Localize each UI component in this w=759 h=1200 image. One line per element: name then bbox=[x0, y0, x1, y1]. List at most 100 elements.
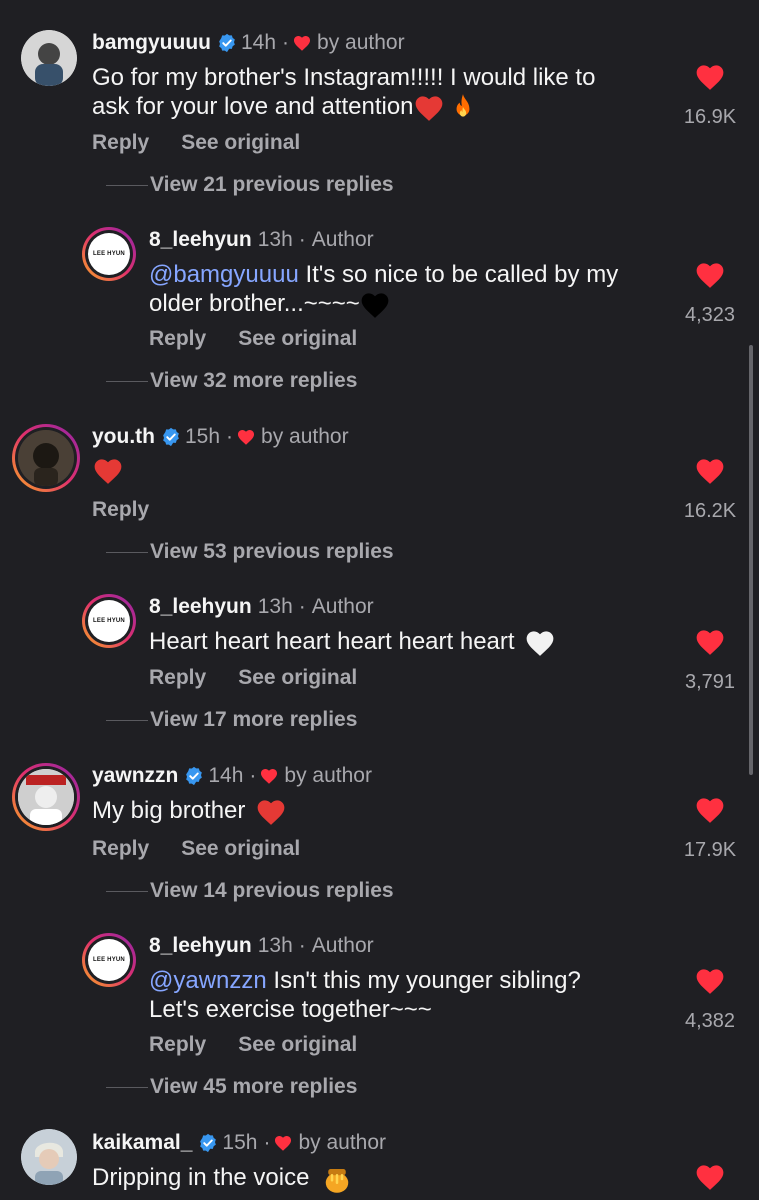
username[interactable]: 8_leehyun bbox=[149, 934, 252, 958]
like-heart-icon[interactable] bbox=[695, 457, 725, 485]
reply-text-line: It's so nice to be called by my bbox=[298, 261, 619, 288]
verified-badge-icon bbox=[198, 1133, 218, 1153]
comment-text-line: Dripping in the voice bbox=[92, 1164, 310, 1191]
comment-text-line: Go for my brother's Instagram!!!!! I wou… bbox=[92, 64, 596, 91]
view-more-replies[interactable]: View 17 more replies bbox=[150, 708, 357, 732]
like-count: 3,791 bbox=[684, 671, 736, 693]
comment-text-line: ask for your love and attention bbox=[92, 93, 414, 120]
author-label: Author bbox=[311, 228, 374, 251]
separator: · bbox=[226, 425, 234, 448]
author-label: Author bbox=[311, 595, 374, 618]
reply-actions: Reply See original bbox=[149, 327, 389, 351]
timestamp: 13h bbox=[257, 595, 293, 618]
author-liked-heart-icon bbox=[293, 34, 311, 52]
by-author-label: by author bbox=[317, 31, 405, 54]
separator: · bbox=[249, 764, 257, 787]
reply-button[interactable]: Reply bbox=[149, 666, 206, 689]
mention-link[interactable]: @yawnzzn bbox=[149, 967, 267, 994]
see-original-button[interactable]: See original bbox=[238, 1033, 357, 1056]
comment-text: Dripping in the voice bbox=[92, 1163, 352, 1194]
see-original-button[interactable]: See original bbox=[238, 666, 357, 689]
see-original-button[interactable]: See original bbox=[181, 131, 300, 154]
comment-text: Go for my brother's Instagram!!!!! I wou… bbox=[92, 63, 595, 123]
avatar-8-leehyun[interactable]: LEE HYUN bbox=[82, 227, 136, 281]
view-replies-line bbox=[106, 720, 148, 721]
reply-header: 8_leehyun 13h · Author bbox=[149, 595, 374, 619]
like-count: 4,382 bbox=[684, 1010, 736, 1032]
comment-actions: Reply bbox=[92, 498, 181, 522]
username[interactable]: yawnzzn bbox=[92, 764, 178, 788]
avatar-you-th[interactable] bbox=[12, 424, 80, 492]
author-label: Author bbox=[311, 934, 374, 957]
reply-button[interactable]: Reply bbox=[92, 498, 149, 521]
author-liked-heart-icon bbox=[260, 767, 278, 785]
view-previous-replies[interactable]: View 21 previous replies bbox=[150, 173, 394, 197]
like-count: 16.9K bbox=[683, 106, 737, 128]
like-heart-icon[interactable] bbox=[695, 796, 725, 824]
view-more-replies[interactable]: View 45 more replies bbox=[150, 1075, 357, 1099]
reply-text-line: older brother...~~~~ bbox=[149, 290, 360, 317]
like-count: 4,323 bbox=[684, 304, 736, 326]
separator: · bbox=[282, 31, 290, 54]
username[interactable]: 8_leehyun bbox=[149, 595, 252, 619]
timestamp: 15h bbox=[222, 1131, 258, 1154]
avatar-logo-text: LEE HYUN bbox=[88, 233, 130, 275]
avatar-8-leehyun[interactable]: LEE HYUN bbox=[82, 594, 136, 648]
avatar-kaikamal[interactable] bbox=[21, 1129, 77, 1185]
black-heart-emoji bbox=[360, 291, 390, 319]
separator: · bbox=[298, 228, 306, 251]
username[interactable]: 8_leehyun bbox=[149, 228, 252, 252]
fire-emoji bbox=[456, 93, 469, 117]
like-heart-icon[interactable] bbox=[695, 63, 725, 91]
comment-header: bamgyuuuu 14h · by author bbox=[92, 31, 405, 55]
reply-button[interactable]: Reply bbox=[92, 837, 149, 860]
reply-text-line: Heart heart heart heart heart heart bbox=[149, 628, 515, 655]
timestamp: 14h bbox=[208, 764, 244, 787]
separator: · bbox=[298, 934, 306, 957]
view-more-replies[interactable]: View 32 more replies bbox=[150, 369, 357, 393]
view-replies-line bbox=[106, 1087, 148, 1088]
view-previous-replies[interactable]: View 53 previous replies bbox=[150, 540, 394, 564]
heart-emoji bbox=[256, 798, 286, 826]
scrollbar[interactable] bbox=[749, 345, 753, 775]
avatar-logo-text: LEE HYUN bbox=[88, 939, 130, 981]
by-author-label: by author bbox=[261, 425, 349, 448]
like-heart-icon[interactable] bbox=[695, 967, 725, 995]
reply-text: Heart heart heart heart heart heart bbox=[149, 627, 555, 657]
by-author-label: by author bbox=[284, 764, 372, 787]
timestamp: 13h bbox=[257, 228, 293, 251]
reply-button[interactable]: Reply bbox=[149, 327, 206, 350]
author-liked-heart-icon bbox=[274, 1134, 292, 1152]
comment-actions: Reply See original bbox=[92, 837, 332, 861]
heart-emoji bbox=[93, 457, 123, 485]
see-original-button[interactable]: See original bbox=[238, 327, 357, 350]
username[interactable]: you.th bbox=[92, 425, 155, 449]
username[interactable]: kaikamal_ bbox=[92, 1131, 192, 1155]
verified-badge-icon bbox=[184, 766, 204, 786]
avatar-yawnzzn[interactable] bbox=[12, 763, 80, 831]
view-replies-line bbox=[106, 552, 148, 553]
reply-header: 8_leehyun 13h · Author bbox=[149, 934, 374, 958]
author-liked-heart-icon bbox=[237, 428, 255, 446]
like-heart-icon[interactable] bbox=[695, 628, 725, 656]
reply-button[interactable]: Reply bbox=[149, 1033, 206, 1056]
mention-link[interactable]: @bamgyuuuu bbox=[149, 261, 299, 288]
comment-header: yawnzzn 14h · by author bbox=[92, 764, 372, 788]
reply-button[interactable]: Reply bbox=[92, 131, 149, 154]
comment-text: My big brother bbox=[92, 796, 286, 826]
reply-text-line: Let's exercise together~~~ bbox=[149, 996, 432, 1023]
like-heart-icon[interactable] bbox=[695, 1163, 725, 1191]
reply-text-line: Isn't this my younger sibling? bbox=[266, 967, 581, 994]
heart-emoji bbox=[414, 94, 444, 122]
username[interactable]: bamgyuuuu bbox=[92, 31, 211, 55]
view-replies-line bbox=[106, 891, 148, 892]
avatar-8-leehyun[interactable]: LEE HYUN bbox=[82, 933, 136, 987]
like-heart-icon[interactable] bbox=[695, 261, 725, 289]
comment-text-line: My big brother bbox=[92, 797, 246, 824]
by-author-label: by author bbox=[298, 1131, 387, 1154]
view-previous-replies[interactable]: View 14 previous replies bbox=[150, 879, 394, 903]
see-original-button[interactable]: See original bbox=[181, 837, 300, 860]
reply-text: @bamgyuuuu It's so nice to be called by … bbox=[149, 260, 618, 319]
avatar-bamgyuuuu[interactable] bbox=[21, 30, 77, 86]
separator: · bbox=[298, 595, 306, 618]
